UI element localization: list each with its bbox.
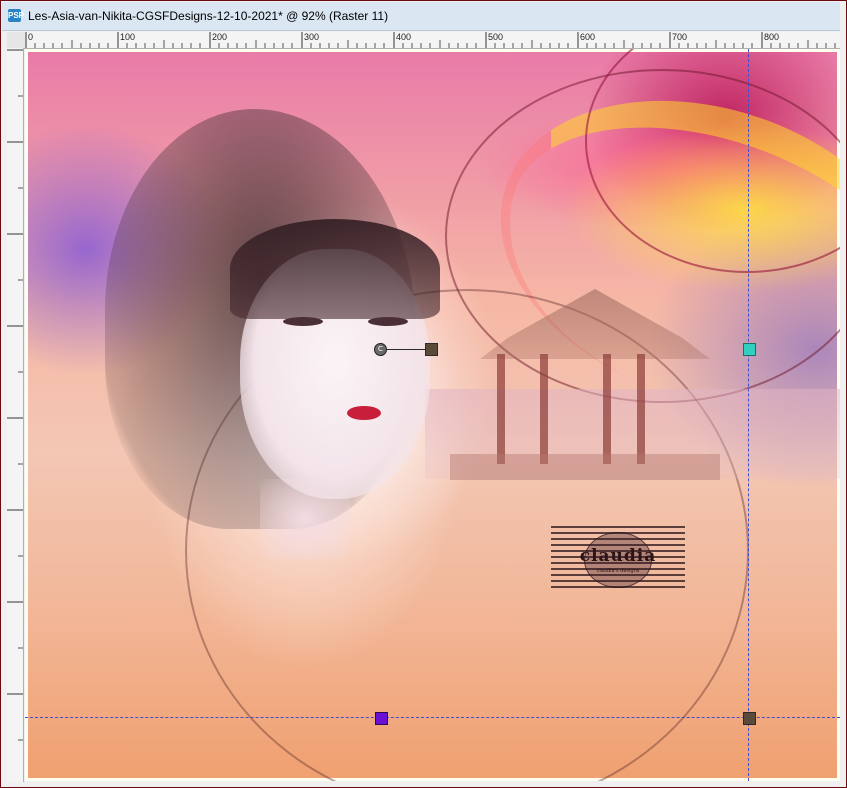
- woman-lips: [347, 406, 381, 420]
- watermark-subtext: claudia's designs: [596, 568, 640, 574]
- image-canvas[interactable]: claudia claudia's designs C: [25, 49, 840, 781]
- claudia-watermark: claudia claudia's designs: [551, 526, 685, 590]
- horizontal-guide[interactable]: [25, 717, 840, 718]
- horizontal-ruler[interactable]: 0 100 200 300 400 500 600 700 800: [25, 32, 840, 49]
- vertical-guide[interactable]: [748, 49, 749, 781]
- ruler-label: 100: [120, 32, 136, 42]
- watermark-text: claudia: [579, 546, 657, 566]
- corner-handle[interactable]: [743, 712, 756, 725]
- rotation-handle[interactable]: [425, 343, 438, 356]
- ruler-corner: [7, 32, 26, 49]
- ruler-label: 400: [396, 32, 412, 42]
- bottom-edge-handle[interactable]: [375, 712, 388, 725]
- ruler-label: 600: [580, 32, 596, 42]
- ruler-label: 300: [304, 32, 320, 42]
- title-bar[interactable]: PSP Les-Asia-van-Nikita-CGSFDesigns-12-1…: [2, 2, 840, 31]
- pavilion-pillar: [603, 354, 611, 464]
- right-edge-handle[interactable]: [743, 343, 756, 356]
- pavilion-pillar: [497, 354, 505, 464]
- pavilion-platform: [450, 454, 720, 480]
- vertical-ruler[interactable]: [7, 48, 24, 782]
- ruler-label: 0: [28, 32, 34, 42]
- window-title: Les-Asia-van-Nikita-CGSFDesigns-12-10-20…: [28, 9, 389, 23]
- woman-eye: [283, 317, 323, 326]
- pavilion-pillar: [540, 354, 548, 464]
- woman-bangs: [230, 219, 440, 319]
- image-window: PSP Les-Asia-van-Nikita-CGSFDesigns-12-1…: [0, 0, 847, 788]
- pavilion-pillar: [637, 354, 645, 464]
- ruler-label: 800: [764, 32, 780, 42]
- ruler-label: 200: [212, 32, 228, 42]
- ruler-label: 500: [488, 32, 504, 42]
- ruler-label: 700: [672, 32, 688, 42]
- woman-eye: [368, 317, 408, 326]
- rotation-arm: [380, 349, 430, 350]
- app-icon: PSP: [8, 9, 25, 22]
- pivot-point-icon[interactable]: C: [374, 343, 387, 356]
